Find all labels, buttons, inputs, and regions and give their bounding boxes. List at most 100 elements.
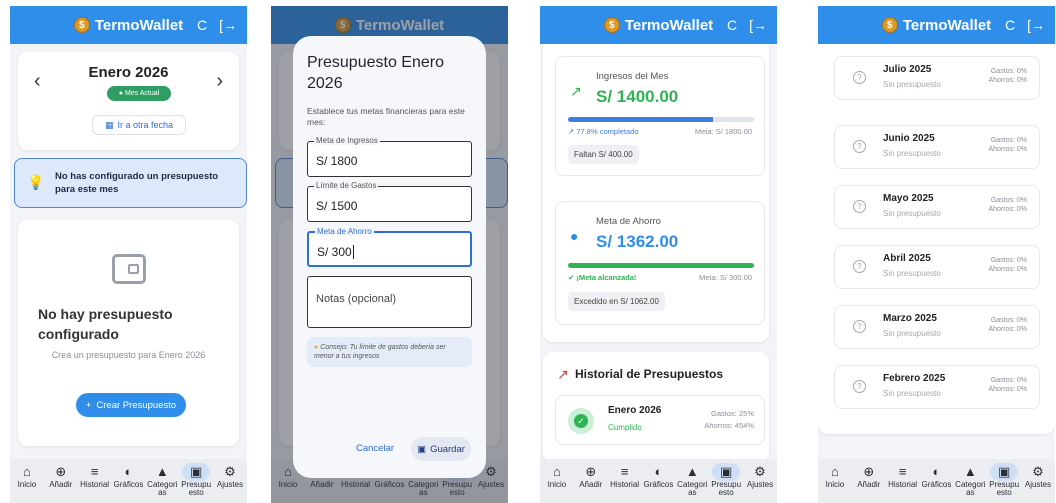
row-sub: Sin presupuesto (883, 149, 941, 158)
save-button[interactable]: ▣ Guardar (411, 437, 471, 461)
history-title: Historial de Presupuestos (575, 367, 724, 381)
history-month: Enero 2026 (608, 405, 662, 416)
bottom-nav: ⌂Inicio ⊕Añadir ≡Historial ◐Gráficos ▲Ca… (818, 459, 1055, 503)
income-goal-field[interactable]: Meta de Ingresos S/ 1800 (307, 136, 472, 177)
notes-field[interactable]: Notas (opcional) (307, 276, 472, 328)
nav-label: Historial (80, 480, 110, 489)
app-bar: $ TermoWallet C [→ (818, 6, 1055, 44)
nav-presupuesto[interactable]: ▣Presupuesto (180, 463, 213, 497)
brand: $ TermoWallet (603, 17, 713, 34)
row-gastos: Gastos: 0% (990, 257, 1027, 264)
nav-label: Gráficos (113, 480, 144, 489)
plus-icon: + (85, 399, 92, 411)
cancel-button[interactable]: Cancelar (356, 443, 394, 454)
income-status-text: 77.8% completado (576, 127, 639, 136)
nav-historial[interactable]: ≡Historial (608, 463, 641, 489)
pie-chart-icon: ◐ (654, 464, 663, 479)
saving-progress (568, 263, 754, 268)
save-icon: ▣ (417, 443, 427, 455)
nav-inicio[interactable]: ⌂ Inicio (10, 463, 43, 489)
nav-label: as (688, 488, 697, 497)
nav-label: Inicio (17, 480, 37, 489)
history-row[interactable]: ? Mayo 2025 Sin presupuesto Gastos: 0% Ah… (834, 185, 1040, 229)
question-icon: ? (853, 71, 866, 84)
nav-ajustes[interactable]: ⚙ Ajustes (213, 463, 246, 489)
brand: $ TermoWallet (73, 17, 183, 34)
nav-categorias[interactable]: ▲Categorias (146, 463, 179, 497)
nav-historial[interactable]: ≡Historial (78, 463, 111, 489)
piggy-bank-icon: ● (570, 228, 579, 244)
screen-budget-history: $ TermoWallet C [→ ? Julio 2025 Sin pres… (818, 6, 1055, 503)
income-amount: S/ 1400.00 (596, 87, 679, 106)
nav-anadir[interactable]: ⊕Añadir (574, 463, 607, 489)
create-budget-button[interactable]: + Crear Presupuesto (76, 393, 186, 417)
tip-text: Consejo: Tu límite de gastos debería ser… (314, 344, 446, 360)
saving-goal-label: Meta de Ahorro (315, 227, 374, 236)
saving-exceeded-chip: Excedido en S/ 1062.00 (568, 292, 665, 311)
nav-anadir[interactable]: ⊕Añadir (852, 463, 885, 489)
empty-state-title: No hay presupuesto configurado (38, 306, 173, 342)
nav-graficos[interactable]: ◐Gráficos (920, 463, 953, 489)
saving-goal-value: S/ 300 (317, 245, 352, 259)
chart-line-icon: ↗ (557, 366, 569, 382)
refresh-icon[interactable]: C (1005, 17, 1015, 33)
home-icon: ⌂ (830, 464, 839, 479)
history-item[interactable]: ✓ Enero 2026 Cumplido Gastos: 25% Ahorro… (555, 395, 765, 445)
nav-ajustes[interactable]: ⚙ Ajustes (743, 463, 776, 489)
expense-limit-value: S/ 1500 (316, 199, 358, 213)
brand: $ TermoWallet (881, 17, 991, 34)
goto-date-button[interactable]: ▦ Ir a otra fecha (92, 115, 186, 135)
logout-icon[interactable]: [→ (1027, 17, 1045, 33)
wallet-icon (112, 254, 146, 284)
history-row[interactable]: ? Junio 2025 Sin presupuesto Gastos: 0% A… (834, 125, 1040, 169)
row-ahorros: Ahorros: 0% (988, 77, 1027, 84)
question-icon: ? (853, 380, 866, 393)
screen-budget-empty: $ TermoWallet C [→ ‹ › Enero 2026 ● Mes … (10, 6, 247, 503)
logout-icon[interactable]: [→ (749, 17, 767, 33)
saving-status-text: ¡Meta alcanzada! (576, 273, 637, 282)
nav-presupuesto[interactable]: ▣Presupuesto (710, 463, 743, 497)
gear-icon: ⚙ (224, 464, 236, 479)
nav-historial[interactable]: ≡Historial (886, 463, 919, 489)
refresh-icon[interactable]: C (727, 17, 737, 33)
current-month-badge: ● Mes Actual (107, 86, 171, 101)
row-ahorros: Ahorros: 0% (988, 386, 1027, 393)
income-goal: Meta: S/ 1800.00 (694, 127, 752, 136)
saving-goal-field[interactable]: Meta de Ahorro S/ 300 (307, 227, 472, 267)
nav-presupuesto[interactable]: ▣Presupuesto (988, 463, 1021, 497)
nav-label: Ajustes (746, 480, 774, 489)
row-ahorros: Ahorros: 0% (988, 146, 1027, 153)
lightbulb-icon: 💡 (27, 174, 45, 190)
row-sub: Sin presupuesto (883, 389, 941, 398)
nav-label: esto (996, 488, 1012, 497)
nav-label: Añadir (579, 480, 603, 489)
history-row[interactable]: ? Marzo 2025 Sin presupuesto Gastos: 0% A… (834, 305, 1040, 349)
row-gastos: Gastos: 0% (990, 197, 1027, 204)
nav-graficos[interactable]: ◐Gráficos (642, 463, 675, 489)
row-ahorros: Ahorros: 0% (988, 266, 1027, 273)
nav-inicio[interactable]: ⌂ Inicio (540, 463, 573, 489)
nav-ajustes[interactable]: ⚙ Ajustes (1021, 463, 1054, 489)
nav-label: Ajustes (216, 480, 244, 489)
logout-icon[interactable]: [→ (219, 17, 237, 33)
row-gastos: Gastos: 0% (990, 68, 1027, 75)
nav-categorias[interactable]: ▲Categorias (676, 463, 709, 497)
row-gastos: Gastos: 0% (990, 377, 1027, 384)
nav-inicio[interactable]: ⌂ Inicio (818, 463, 851, 489)
question-icon: ? (853, 140, 866, 153)
pin-icon: ● (118, 90, 123, 97)
history-row[interactable]: ? Febrero 2025 Sin presupuesto Gastos: 0… (834, 365, 1040, 409)
history-row[interactable]: ? Julio 2025 Sin presupuesto Gastos: 0% A… (834, 56, 1040, 100)
nav-categorias[interactable]: ▲Categorias (954, 463, 987, 497)
current-month-badge-label: Mes Actual (124, 90, 160, 97)
home-icon: ⌂ (22, 464, 31, 479)
nav-anadir[interactable]: ⊕Añadir (44, 463, 77, 489)
expense-limit-field[interactable]: Límite de Gastos S/ 1500 (307, 181, 472, 222)
saving-status: ✔ ¡Meta alcanzada! (568, 273, 637, 282)
home-icon: ⌂ (552, 464, 561, 479)
row-gastos: Gastos: 0% (990, 137, 1027, 144)
refresh-icon[interactable]: C (197, 17, 207, 33)
nav-label: Historial (610, 480, 640, 489)
nav-graficos[interactable]: ◐Gráficos (112, 463, 145, 489)
history-row[interactable]: ? Abril 2025 Sin presupuesto Gastos: 0% A… (834, 245, 1040, 289)
